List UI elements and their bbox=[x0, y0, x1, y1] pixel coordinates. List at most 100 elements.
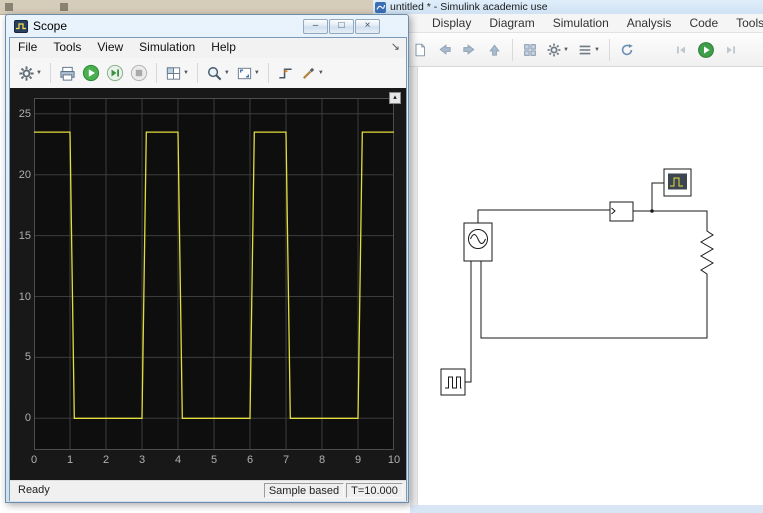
menu-simulation[interactable]: Simulation bbox=[131, 38, 203, 57]
x-axis-tick-label: 8 bbox=[318, 454, 326, 466]
brush-icon bbox=[302, 67, 314, 79]
scope-content: File Tools View Simulation Help ↘ ▼ ▼ ▼ … bbox=[9, 37, 407, 501]
waveform-chart bbox=[33, 98, 395, 450]
x-axis-tick-label: 5 bbox=[210, 454, 218, 466]
model-settings-button[interactable]: ▼ bbox=[544, 38, 571, 62]
refresh-icon bbox=[621, 43, 633, 55]
navigate-forward-button[interactable] bbox=[459, 38, 480, 62]
controlled-voltage-source-block[interactable] bbox=[463, 222, 493, 262]
library-blocks-icon bbox=[524, 43, 536, 56]
run-icon bbox=[698, 41, 714, 58]
step-forward-button[interactable] bbox=[104, 62, 126, 84]
fit-view-icon bbox=[237, 67, 251, 79]
scope-window-icon bbox=[14, 19, 28, 33]
step-forward-sim-button[interactable] bbox=[721, 38, 741, 62]
trigger-icon bbox=[279, 67, 292, 79]
simulink-window-title: untitled * - Simulink academic use bbox=[390, 1, 548, 13]
toolbar-separator bbox=[196, 63, 198, 83]
toolbar-separator bbox=[155, 63, 157, 83]
screen: untitled * - Simulink academic use Displ… bbox=[0, 0, 763, 513]
print-button[interactable] bbox=[57, 62, 78, 84]
menu-analysis[interactable]: Analysis bbox=[618, 14, 681, 32]
navigate-up-button[interactable] bbox=[484, 38, 505, 62]
dropdown-arrow-icon: ▼ bbox=[317, 70, 324, 76]
settings-button[interactable]: ▼ bbox=[16, 62, 44, 84]
model-diagram[interactable] bbox=[410, 67, 763, 505]
y-axis-tick-label: 0 bbox=[24, 412, 31, 425]
background-window-fragment bbox=[0, 0, 373, 15]
x-axis-tick-label: 3 bbox=[138, 454, 146, 466]
menu-tools[interactable]: Tools bbox=[45, 38, 89, 57]
menu-tools[interactable]: Tools bbox=[727, 14, 763, 32]
window-fragment-icon bbox=[60, 3, 68, 11]
stop-button[interactable] bbox=[128, 62, 150, 84]
list-icon bbox=[579, 45, 591, 54]
step-back-icon bbox=[676, 45, 685, 54]
fit-to-view-button[interactable]: ▼ bbox=[234, 62, 262, 84]
update-diagram-button[interactable] bbox=[617, 38, 637, 62]
menu-diagram[interactable]: Diagram bbox=[480, 14, 543, 32]
new-model-button[interactable] bbox=[410, 38, 430, 62]
dropdown-arrow-icon: ▼ bbox=[593, 46, 600, 53]
dropdown-arrow-icon: ▼ bbox=[36, 70, 42, 76]
scope-toolbar: ▼ ▼ ▼ ▼ ▼ bbox=[10, 58, 406, 89]
layout-button[interactable]: ▼ bbox=[163, 62, 191, 84]
menu-code[interactable]: Code bbox=[680, 14, 727, 32]
zoom-button[interactable]: ▼ bbox=[204, 62, 232, 84]
dropdown-arrow-icon: ▼ bbox=[563, 46, 569, 53]
y-axis-tick-label: 10 bbox=[18, 290, 31, 303]
scope-plot-area: ▴ 0 5 10 15 20 25 0 1 2 3 4 5 6 7 8 9 10 bbox=[10, 88, 406, 480]
menu-simulation[interactable]: Simulation bbox=[544, 14, 618, 32]
wire-junction bbox=[650, 209, 654, 213]
maximize-button[interactable]: □ bbox=[329, 19, 354, 34]
gear-icon bbox=[19, 65, 34, 81]
layout-icon bbox=[166, 66, 181, 80]
simulink-logo-icon bbox=[375, 1, 386, 13]
back-arrow-icon bbox=[439, 44, 451, 55]
current-measurement-block[interactable] bbox=[609, 201, 634, 222]
menu-display[interactable]: Display bbox=[423, 14, 480, 32]
step-forward-icon bbox=[106, 64, 124, 82]
expand-plot-button[interactable]: ▴ bbox=[389, 92, 401, 104]
forward-arrow-icon bbox=[463, 44, 475, 55]
style-button[interactable]: ▼ bbox=[298, 62, 326, 84]
library-browser-button[interactable] bbox=[520, 38, 540, 62]
dropdown-arrow-icon: ▼ bbox=[253, 70, 260, 76]
y-axis-tick-label: 20 bbox=[18, 168, 31, 181]
minimize-button[interactable]: – bbox=[303, 19, 328, 34]
toolbar-separator bbox=[608, 38, 610, 61]
plot-axes[interactable] bbox=[33, 98, 395, 450]
close-button[interactable]: × bbox=[355, 19, 380, 34]
toolbar-separator bbox=[267, 63, 269, 83]
navigate-back-button[interactable] bbox=[434, 38, 455, 62]
printer-icon bbox=[60, 66, 75, 81]
model-config-button[interactable]: ▼ bbox=[575, 38, 602, 62]
menu-help[interactable]: Help bbox=[203, 38, 244, 57]
resistor-block[interactable] bbox=[700, 225, 714, 280]
stop-icon bbox=[130, 64, 148, 82]
scope-statusbar: Ready Sample based T=10.000 bbox=[10, 480, 406, 501]
scope-block[interactable] bbox=[663, 168, 692, 197]
scope-titlebar[interactable]: Scope – □ × bbox=[6, 15, 408, 37]
scope-window-title: Scope bbox=[33, 19, 68, 33]
menu-file[interactable]: File bbox=[10, 38, 45, 57]
step-back-button[interactable] bbox=[671, 38, 691, 62]
status-sample-based: Sample based bbox=[264, 483, 344, 498]
dock-arrow-icon[interactable]: ↘ bbox=[391, 40, 400, 53]
menu-view[interactable]: View bbox=[89, 38, 131, 57]
run-simulation-button[interactable] bbox=[695, 38, 717, 62]
status-ready-label: Ready bbox=[18, 484, 50, 496]
scope-menubar: File Tools View Simulation Help ↘ bbox=[10, 38, 406, 59]
dropdown-arrow-icon: ▼ bbox=[223, 70, 230, 76]
dropdown-arrow-icon: ▼ bbox=[182, 70, 189, 76]
y-axis-tick-label: 5 bbox=[24, 351, 31, 364]
x-axis-tick-label: 6 bbox=[246, 454, 254, 466]
toolbar-separator bbox=[49, 63, 51, 83]
pulse-generator-block[interactable] bbox=[440, 368, 466, 396]
canvas-bottom-scrollbar[interactable] bbox=[410, 505, 763, 513]
run-button[interactable] bbox=[80, 62, 102, 84]
signal-wires[interactable] bbox=[465, 182, 708, 383]
x-axis-tick-label: 10 bbox=[387, 454, 401, 466]
toolbar-separator bbox=[512, 38, 513, 61]
trigger-button[interactable] bbox=[275, 62, 296, 84]
